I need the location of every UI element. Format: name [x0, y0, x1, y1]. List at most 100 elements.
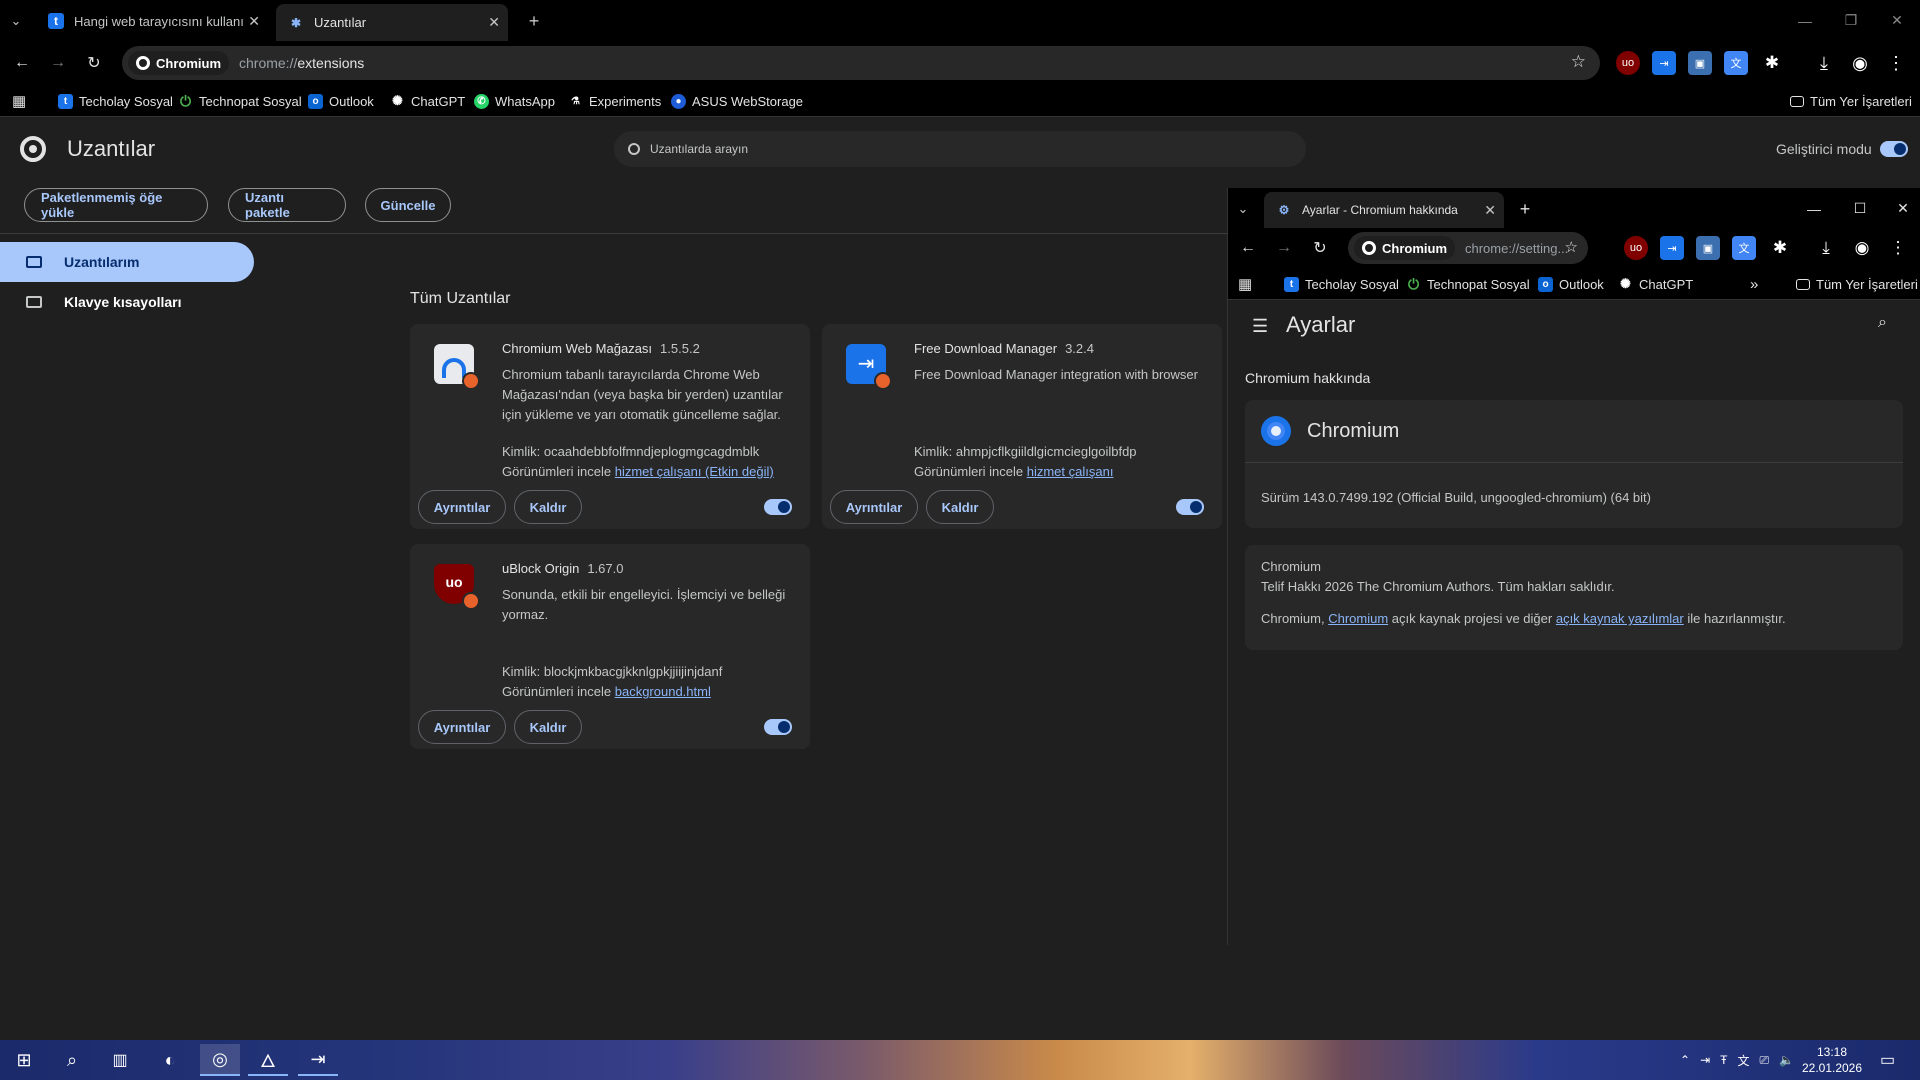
bookmark-technopat[interactable]: ⏻ Technopat Sosyal [178, 91, 302, 111]
omnibox[interactable]: Chromium chrome://setting... ☆ [1348, 232, 1588, 264]
reload-button[interactable]: ↻ [80, 49, 108, 77]
back-button[interactable]: ← [8, 49, 36, 77]
details-button[interactable]: Ayrıntılar [830, 490, 918, 524]
apps-icon[interactable]: ▦ [1238, 274, 1252, 294]
fdm-icon[interactable]: ⇥ [1660, 236, 1684, 260]
store-icon[interactable]: ▣ [1696, 236, 1720, 260]
bookmark-technopat[interactable]: ⏻ Technopat Sosyal [1406, 274, 1530, 294]
more-bookmarks-icon[interactable]: » [1750, 274, 1758, 294]
update-button[interactable]: Güncelle [365, 188, 451, 222]
apps-icon[interactable]: ▦ [12, 91, 26, 111]
app-icon[interactable]: ◐ [150, 1044, 190, 1076]
download-icon[interactable]: ⤓ [1814, 236, 1838, 260]
hamburger-menu-icon[interactable]: ☰ [1252, 316, 1268, 337]
fdm-tray-icon[interactable]: ⇥ [1700, 1053, 1710, 1067]
bookmark-outlook[interactable]: o Outlook [1538, 274, 1604, 294]
bookmark-chatgpt[interactable]: ✺ ChatGPT [390, 91, 465, 111]
sidebar-item-my-extensions[interactable]: Uzantılarım [0, 242, 254, 282]
task-view-icon[interactable]: ▥ [100, 1044, 140, 1076]
close-window-button[interactable]: ✕ [1874, 0, 1920, 41]
clock[interactable]: 13:18 22.01.2026 [1802, 1040, 1862, 1080]
minimize-button[interactable]: — [1782, 0, 1828, 41]
bookmark-techolay[interactable]: t Techolay Sosyal [58, 91, 173, 111]
enable-toggle[interactable] [764, 719, 792, 735]
firefox-icon[interactable]: 🜂 [248, 1044, 288, 1076]
profile-icon[interactable]: ◉ [1850, 236, 1874, 260]
chromium-taskbar-icon[interactable]: ◎ [200, 1044, 240, 1076]
load-unpacked-button[interactable]: Paketlenmemiş öğe yükle [24, 188, 208, 222]
details-button[interactable]: Ayrıntılar [418, 710, 506, 744]
service-worker-link[interactable]: hizmet çalışanı [1027, 464, 1114, 479]
back-button[interactable]: ← [1234, 234, 1262, 262]
site-chip[interactable]: Chromium [1354, 236, 1455, 260]
tab-techolay[interactable]: t Hangi web tarayıcısını kullanıyo ✕ [36, 4, 268, 38]
remove-button[interactable]: Kaldır [514, 710, 582, 744]
forward-button[interactable]: → [44, 49, 72, 77]
notification-icon[interactable]: ▭ [1880, 1040, 1895, 1080]
search-icon[interactable]: ⌕ [52, 1044, 92, 1076]
forward-button[interactable]: → [1270, 234, 1298, 262]
close-icon[interactable]: ✕ [1484, 202, 1496, 219]
open-source-link[interactable]: açık kaynak yazılımlar [1556, 611, 1684, 626]
close-window-button[interactable]: ✕ [1880, 188, 1920, 229]
download-icon[interactable]: ⤓ [1812, 51, 1836, 75]
bookmark-experiments[interactable]: ⚗ Experiments [568, 91, 661, 111]
search-input[interactable]: Uzantılarda arayın [614, 131, 1306, 167]
windows-start-icon[interactable]: ⊞ [4, 1044, 44, 1076]
bookmark-asus[interactable]: ● ASUS WebStorage [671, 91, 803, 111]
details-button[interactable]: Ayrıntılar [418, 490, 506, 524]
tab-settings[interactable]: ⚙ Ayarlar - Chromium hakkında ✕ [1264, 192, 1504, 228]
enable-toggle[interactable] [764, 499, 792, 515]
enable-toggle[interactable] [1176, 499, 1204, 515]
translate-icon[interactable]: 文 [1732, 236, 1756, 260]
translate-icon[interactable]: 文 [1724, 51, 1748, 75]
service-worker-link[interactable]: hizmet çalışanı (Etkin değil) [615, 464, 774, 479]
menu-icon[interactable]: ⋮ [1884, 51, 1908, 75]
sidebar-item-shortcuts[interactable]: Klavye kısayolları [0, 282, 254, 322]
bookmark-star-icon[interactable]: ☆ [1571, 52, 1586, 72]
reload-button[interactable]: ↻ [1306, 234, 1334, 262]
new-tab-button[interactable]: + [1510, 192, 1540, 226]
search-icon[interactable]: ⌕ [1878, 314, 1887, 332]
fdm-taskbar-icon[interactable]: ⇥ [298, 1044, 338, 1076]
bookmark-outlook[interactable]: o Outlook [308, 91, 374, 111]
tab-extensions[interactable]: ✱ Uzantılar ✕ [276, 4, 508, 41]
new-tab-button[interactable]: + [518, 4, 550, 38]
fdm-icon[interactable]: ⇥ [1652, 51, 1676, 75]
tab-search-icon[interactable]: ⌄ [0, 4, 32, 38]
dev-mode-label: Geliştirici modu [1776, 141, 1872, 157]
clock-time: 13:18 [1816, 1045, 1848, 1059]
ublock-icon[interactable]: uo [1624, 236, 1648, 260]
close-icon[interactable]: ✕ [248, 13, 260, 30]
volume-icon[interactable]: 🔈 [1779, 1053, 1794, 1067]
t-tray-icon[interactable]: Ŧ [1720, 1053, 1727, 1067]
store-icon[interactable]: ▣ [1688, 51, 1712, 75]
chromium-link[interactable]: Chromium [1328, 611, 1388, 626]
extensions-icon[interactable]: ✱ [1760, 51, 1784, 75]
all-bookmarks[interactable]: Tüm Yer İşaretleri [1790, 91, 1912, 111]
ublock-icon[interactable]: uo [1616, 51, 1640, 75]
bookmark-star-icon[interactable]: ☆ [1565, 238, 1578, 256]
extensions-icon[interactable]: ✱ [1768, 236, 1792, 260]
remove-button[interactable]: Kaldır [926, 490, 994, 524]
maximize-button[interactable]: ☐ [1837, 188, 1883, 229]
menu-icon[interactable]: ⋮ [1886, 236, 1910, 260]
all-bookmarks[interactable]: Tüm Yer İşaretleri [1796, 274, 1918, 294]
translate-tray-icon[interactable]: 文 [1737, 1052, 1749, 1069]
minimize-button[interactable]: — [1791, 188, 1837, 229]
bookmark-techolay[interactable]: t Techolay Sosyal [1284, 274, 1399, 294]
site-chip[interactable]: Chromium [128, 51, 229, 75]
tab-search-icon[interactable]: ⌄ [1228, 192, 1258, 226]
close-icon[interactable]: ✕ [488, 14, 500, 31]
omnibox[interactable]: Chromium chrome://extensions ☆ [122, 46, 1600, 80]
remove-button[interactable]: Kaldır [514, 490, 582, 524]
dev-mode-toggle[interactable] [1880, 141, 1908, 157]
restore-button[interactable]: ❐ [1828, 0, 1874, 41]
chevron-up-icon[interactable]: ⌃ [1680, 1053, 1690, 1067]
profile-icon[interactable]: ◉ [1848, 51, 1872, 75]
pack-extension-button[interactable]: Uzantı paketle [228, 188, 346, 222]
bookmark-whatsapp[interactable]: ✆ WhatsApp [474, 91, 555, 111]
background-page-link[interactable]: background.html [615, 684, 711, 699]
network-icon[interactable]: ⎚ [1759, 1053, 1769, 1068]
bookmark-chatgpt[interactable]: ✺ ChatGPT [1618, 274, 1693, 294]
